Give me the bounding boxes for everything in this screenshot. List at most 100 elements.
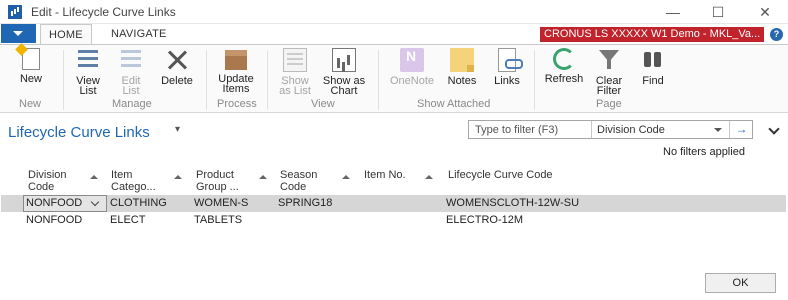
refresh-label: Refresh (544, 73, 584, 85)
find-button[interactable]: Find (638, 48, 668, 87)
onenote-button[interactable]: OneNote (386, 48, 438, 87)
column-header-line2: Code (28, 181, 55, 193)
file-menu-button[interactable] (1, 24, 36, 43)
sort-arrow-icon[interactable] (342, 175, 350, 179)
show-as-list-icon (283, 48, 307, 72)
column-header-item-no[interactable]: Item No. (364, 169, 406, 181)
clear-filter-icon (597, 48, 621, 72)
links-label: Links (494, 75, 520, 87)
group-label-show-attached: Show Attached (417, 98, 491, 110)
delete-label: Delete (161, 75, 193, 87)
sort-arrow-icon[interactable] (259, 175, 267, 179)
cell-item-category[interactable]: CLOTHING (110, 195, 167, 212)
links-button[interactable]: Links (490, 48, 524, 87)
page-title: Lifecycle Curve Links (8, 124, 150, 141)
group-label-manage: Manage (112, 98, 152, 110)
column-header-season-code[interactable]: Season Code (280, 169, 317, 193)
view-list-button[interactable]: View List (72, 48, 104, 97)
update-items-label: Update Items (218, 73, 254, 95)
minimize-button[interactable]: — (658, 2, 688, 22)
clear-filter-button[interactable]: Clear Filter (592, 48, 626, 97)
show-as-chart-icon (332, 48, 356, 72)
window-title: Edit - Lifecycle Curve Links (31, 5, 176, 19)
cell-item-category[interactable]: ELECT (110, 212, 145, 229)
column-header-line1: Season (280, 169, 318, 181)
tab-home[interactable]: HOME (40, 24, 92, 45)
show-as-list-label: Show as List (279, 75, 311, 97)
filter-go-icon[interactable]: → (729, 121, 753, 138)
column-header-line1: Lifecycle Curve Code (448, 169, 553, 181)
column-header-line1: Product (196, 169, 234, 181)
delete-icon (165, 48, 189, 72)
help-icon[interactable]: ? (770, 28, 783, 41)
filter-status: No filters applied (663, 146, 745, 158)
group-label-page: Page (596, 98, 622, 110)
filter-input[interactable]: Type to filter (F3) (475, 124, 558, 136)
links-icon (498, 48, 523, 72)
sort-arrow-icon[interactable] (425, 175, 433, 179)
edit-list-label: Edit List (121, 75, 141, 97)
filter-bar: Type to filter (F3) Division Code → (468, 120, 753, 139)
group-separator (267, 50, 268, 110)
page-title-menu-icon[interactable]: ▾ (175, 124, 180, 135)
group-label-process: Process (217, 98, 257, 110)
column-header-product-group[interactable]: Product Group ... (196, 169, 239, 193)
table-row[interactable]: NONFOOD ELECT TABLETS ELECTRO-12M (1, 212, 786, 229)
column-header-lifecycle-curve-code[interactable]: Lifecycle Curve Code (448, 169, 553, 181)
title-bar: Edit - Lifecycle Curve Links — ☐ ✕ (0, 0, 788, 24)
view-list-icon (76, 48, 100, 72)
show-as-list-button[interactable]: Show as List (277, 48, 313, 97)
ok-button[interactable]: OK (705, 273, 776, 293)
find-label: Find (642, 75, 664, 87)
cell-lifecycle-curve-code[interactable]: WOMENSCLOTH-12W-SU (446, 195, 579, 212)
group-label-new: New (19, 98, 42, 110)
edit-list-icon (119, 48, 143, 72)
new-document-icon (22, 48, 40, 70)
tab-navigate[interactable]: NAVIGATE (103, 24, 175, 45)
column-header-item-category[interactable]: Item Catego... (111, 169, 156, 193)
group-separator (534, 50, 535, 110)
sort-arrow-icon[interactable] (90, 175, 98, 179)
close-button[interactable]: ✕ (750, 2, 780, 22)
column-header-line2: Group ... (196, 181, 239, 193)
cell-division-code[interactable]: NONFOOD (26, 195, 82, 212)
table-row[interactable]: NONFOOD CLOTHING WOMEN-S SPRING18 WOMENS… (1, 195, 786, 212)
expand-chevron-icon[interactable] (768, 123, 780, 135)
cell-lifecycle-curve-code[interactable]: ELECTRO-12M (446, 212, 523, 229)
column-header-line1: Division (28, 169, 67, 181)
notes-icon (450, 48, 474, 72)
clear-filter-label: Clear Filter (595, 75, 623, 97)
company-banner: CRONUS LS XXXXX W1 Demo - MKL_Va... (540, 27, 764, 42)
find-icon (641, 48, 665, 72)
refresh-icon (553, 48, 575, 70)
update-items-icon (225, 50, 247, 70)
filter-divider (591, 121, 592, 138)
column-header-division-code[interactable]: Division Code (28, 169, 67, 193)
column-header-line1: Item No. (364, 169, 406, 181)
refresh-button[interactable]: Refresh (543, 48, 585, 85)
sort-arrow-icon[interactable] (174, 175, 182, 179)
onenote-label: OneNote (389, 75, 435, 87)
show-as-chart-label: Show as Chart (322, 75, 366, 97)
cell-division-code[interactable]: NONFOOD (26, 212, 82, 229)
cell-product-group[interactable]: WOMEN-S (194, 195, 248, 212)
cell-product-group[interactable]: TABLETS (194, 212, 242, 229)
notes-button[interactable]: Notes (444, 48, 480, 87)
filter-field-select[interactable]: Division Code (597, 124, 665, 136)
new-button[interactable]: New (15, 48, 47, 85)
column-header-line1: Item (111, 169, 133, 181)
delete-button[interactable]: Delete (158, 48, 196, 87)
new-button-label: New (19, 73, 42, 85)
group-label-view: View (311, 98, 335, 110)
maximize-button[interactable]: ☐ (703, 2, 733, 22)
notes-label: Notes (447, 75, 477, 87)
chevron-down-icon[interactable] (714, 128, 722, 132)
edit-list-button[interactable]: Edit List (115, 48, 147, 97)
app-icon (8, 5, 22, 19)
update-items-button[interactable]: Update Items (214, 48, 258, 95)
group-separator (63, 50, 64, 110)
view-list-label: View List (76, 75, 100, 97)
cell-season-code[interactable]: SPRING18 (278, 195, 332, 212)
column-header-line2: Catego... (111, 181, 156, 193)
show-as-chart-button[interactable]: Show as Chart (320, 48, 368, 97)
